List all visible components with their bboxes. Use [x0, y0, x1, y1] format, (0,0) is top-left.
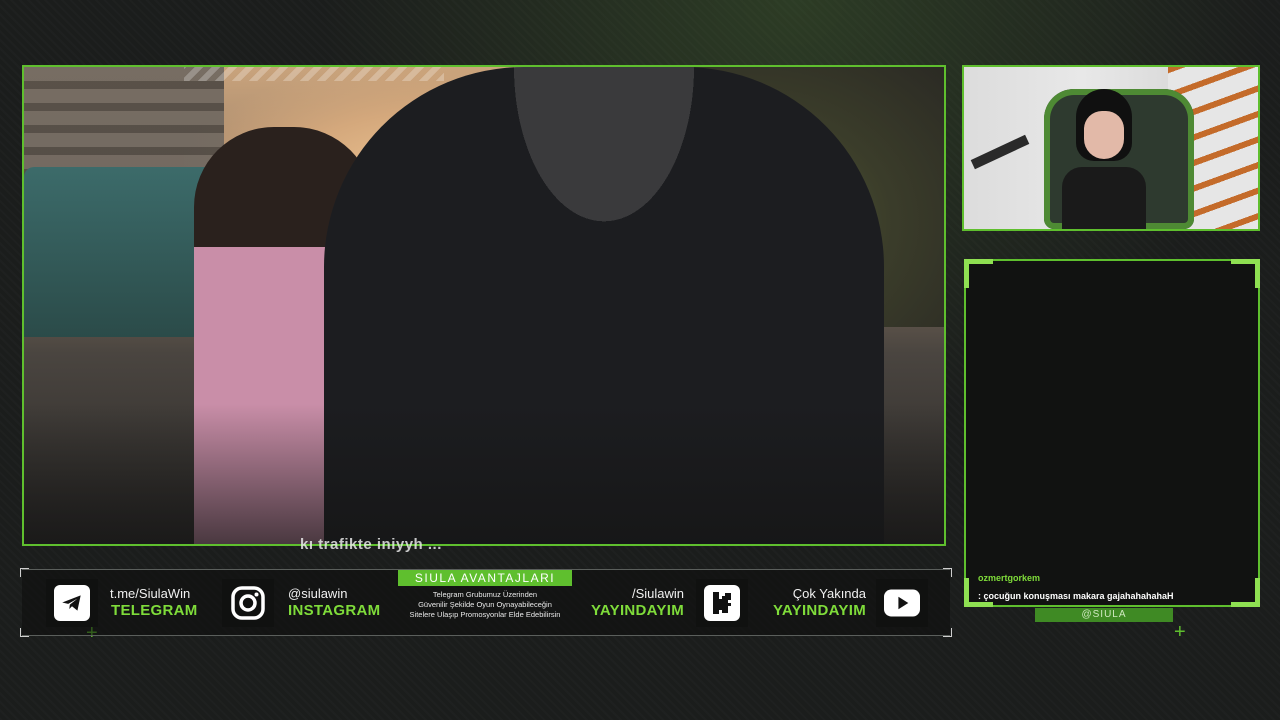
promo-title: SIULA AVANTAJLARI — [398, 570, 572, 586]
promo-line: Güvenilir Şekilde Oyun Oynayabileceğin — [418, 600, 552, 609]
instagram-icon — [230, 585, 266, 621]
main-video-feed — [22, 65, 946, 546]
promo-box: SIULA AVANTAJLARI Telegram Grubumuz Üzer… — [398, 570, 572, 633]
microphone-arm — [970, 134, 1030, 170]
kick-label: YAYINDAYIM — [590, 602, 684, 619]
instagram-link[interactable]: @siulawin INSTAGRAM — [222, 579, 402, 627]
webcam-feed — [962, 65, 1260, 231]
kick-icon — [704, 585, 740, 621]
instagram-label: INSTAGRAM — [288, 602, 381, 619]
instagram-handle: @siulawin — [288, 586, 348, 601]
youtube-label: YAYINDAYIM — [772, 602, 866, 619]
frame-hatch-decoration — [184, 67, 444, 81]
kick-handle: /Siulawin — [631, 586, 684, 601]
plus-decoration-icon: + — [1174, 621, 1186, 643]
chat-username[interactable]: ozmertgorkem — [978, 573, 1254, 583]
chat-panel: ozmertgorkem : çocuğun konuşması makara … — [964, 259, 1260, 607]
chat-text: : çocuğun konuşması makara gajahahahahaH — [978, 591, 1174, 601]
streamer-body — [1062, 167, 1146, 229]
promo-line: Sitelere Ulaşıp Promosyonlar Elde Edebil… — [409, 610, 561, 619]
chat-message: ozmertgorkem : çocuğun konuşması makara … — [978, 573, 1254, 601]
kick-link[interactable]: /Siulawin YAYINDAYIM — [578, 579, 748, 627]
youtube-status: Çok Yakında — [792, 586, 866, 601]
streamer-face — [1084, 111, 1124, 159]
social-bar: t.me/SiulaWin TELEGRAM @siulawin INSTAGR… — [20, 568, 952, 637]
video-subtitle: kı trafikte iniyyh ... — [300, 536, 442, 552]
promo-line: Telegram Grubumuz Üzerinden — [432, 590, 538, 599]
telegram-icon — [54, 585, 90, 621]
streamer-handle: @SIULA — [1035, 608, 1173, 622]
telegram-link[interactable]: t.me/SiulaWin TELEGRAM — [46, 579, 236, 627]
youtube-icon — [884, 585, 920, 621]
telegram-url: t.me/SiulaWin — [110, 586, 191, 601]
telegram-label: TELEGRAM — [111, 602, 198, 619]
youtube-link[interactable]: Çok Yakında YAYINDAYIM — [758, 579, 928, 627]
